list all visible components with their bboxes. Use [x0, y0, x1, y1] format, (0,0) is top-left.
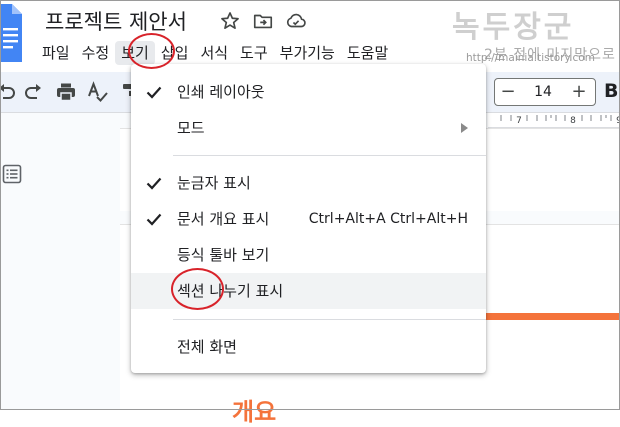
window-frame [0, 0, 620, 410]
